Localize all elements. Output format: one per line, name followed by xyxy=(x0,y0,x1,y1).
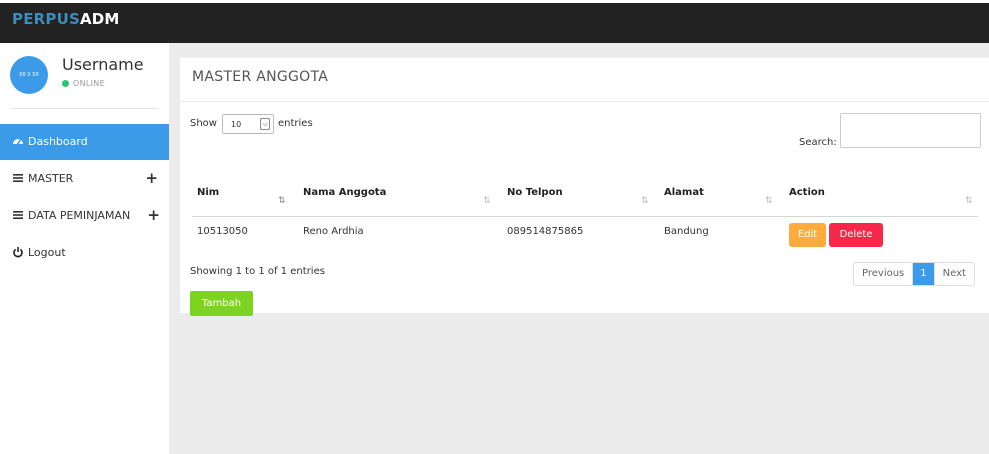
sort-icon[interactable]: ⇅ xyxy=(765,196,773,206)
sort-icon[interactable]: ⇅ xyxy=(641,196,649,206)
pagination: Previous 1 Next xyxy=(853,262,975,286)
panel-divider xyxy=(180,101,989,102)
sidebar-item-label: DATA PEMINJAMAN xyxy=(28,209,131,222)
expand-plus-icon[interactable]: + xyxy=(145,169,158,187)
column-header-action[interactable]: Action xyxy=(789,187,825,198)
table-info: Showing 1 to 1 of 1 entries xyxy=(190,266,325,277)
search-input[interactable] xyxy=(840,113,981,148)
expand-plus-icon[interactable]: + xyxy=(147,206,160,224)
dashboard-icon xyxy=(12,135,24,147)
status-badge: ONLINE xyxy=(62,79,105,88)
entries-label: entries xyxy=(278,118,313,129)
page-1-button[interactable]: 1 xyxy=(913,263,934,285)
menu-lines-icon xyxy=(12,209,24,221)
brand-logo[interactable]: PERPUSADM xyxy=(12,10,120,28)
sidebar-item-label: Dashboard xyxy=(28,135,88,148)
column-header-no-telpon[interactable]: No Telpon xyxy=(507,187,563,198)
sidebar-item-dashboard[interactable]: Dashboard xyxy=(0,124,169,160)
username-label: Username xyxy=(62,55,144,74)
sort-icon[interactable]: ⇅ xyxy=(483,196,491,206)
brand-part-2: ADM xyxy=(79,10,120,28)
cell-alamat: Bandung xyxy=(664,226,709,237)
column-header-alamat[interactable]: Alamat xyxy=(664,187,704,198)
column-header-nama-anggota[interactable]: Nama Anggota xyxy=(303,187,386,198)
avatar: 50 X 50 xyxy=(10,56,48,94)
menu-lines-icon xyxy=(12,172,24,184)
user-panel: 50 X 50 Username ONLINE xyxy=(0,43,169,109)
page-title: MASTER ANGGOTA xyxy=(192,69,329,85)
sidebar-divider xyxy=(12,108,158,109)
sidebar-item-label: MASTER xyxy=(28,172,74,185)
sidebar: 50 X 50 Username ONLINE Dashboard MASTER… xyxy=(0,43,169,454)
next-button[interactable]: Next xyxy=(933,263,974,285)
cell-nim: 10513050 xyxy=(197,226,248,237)
previous-button[interactable]: Previous xyxy=(854,263,914,285)
master-anggota-panel: MASTER ANGGOTA Show 10 ⌵ entries Search:… xyxy=(180,57,989,316)
online-dot-icon xyxy=(62,80,69,87)
show-label: Show xyxy=(190,118,217,129)
top-navbar: PERPUSADM xyxy=(0,3,989,43)
delete-button[interactable]: Delete xyxy=(829,223,883,247)
cell-no-telpon: 089514875865 xyxy=(507,226,584,237)
power-icon xyxy=(12,246,24,258)
sidebar-item-master[interactable]: MASTER + xyxy=(0,161,169,197)
sidebar-item-data-peminjaman[interactable]: DATA PEMINJAMAN + xyxy=(0,198,169,234)
cell-nama-anggota: Reno Ardhia xyxy=(303,226,364,237)
sort-icon[interactable]: ⇅ xyxy=(965,196,973,206)
status-label: ONLINE xyxy=(73,79,105,88)
tambah-button[interactable]: Tambah xyxy=(190,291,253,316)
main-content: MASTER ANGGOTA Show 10 ⌵ entries Search:… xyxy=(169,43,989,454)
entries-select[interactable]: 10 ⌵ xyxy=(222,114,274,134)
sidebar-item-label: Logout xyxy=(28,246,66,259)
sidebar-item-logout[interactable]: Logout xyxy=(0,235,169,271)
column-header-nim[interactable]: Nim xyxy=(197,187,219,198)
search-label: Search: xyxy=(799,137,837,148)
entries-select-value: 10 xyxy=(231,120,242,129)
chevron-down-icon: ⌵ xyxy=(260,118,270,130)
edit-button[interactable]: Edit xyxy=(789,223,826,247)
sort-asc-icon[interactable]: ⇅ xyxy=(278,196,286,206)
brand-part-1: PERPUS xyxy=(12,10,80,28)
table-header-divider xyxy=(192,216,978,217)
